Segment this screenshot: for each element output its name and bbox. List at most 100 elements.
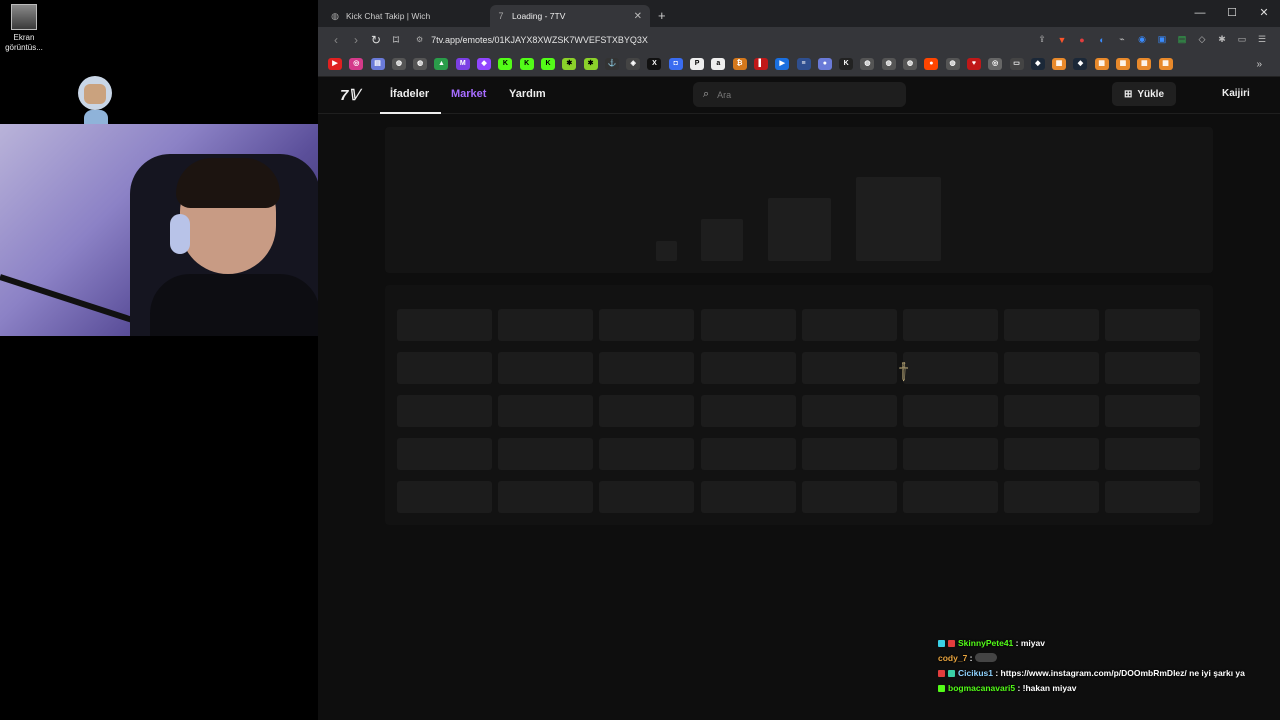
search-placeholder: Ara [717, 89, 732, 100]
bookmark-icon[interactable]: ◍ [945, 58, 960, 70]
anchor-bookmark-icon[interactable]: ⚓ [604, 58, 619, 70]
bookmark-icon[interactable]: ▌ [753, 58, 768, 70]
bookmark-icon[interactable]: ◘ [668, 58, 683, 70]
reload-icon[interactable]: ↻ [366, 33, 386, 47]
kick-bookmark-icon[interactable]: K [498, 58, 513, 70]
bookmark-icon[interactable]: ▦ [1094, 58, 1109, 70]
bookmark-icon[interactable]: ◍ [903, 58, 918, 70]
steam-bookmark-icon[interactable]: ◆ [1073, 58, 1088, 70]
back-arrow-icon[interactable]: ‹ [326, 33, 346, 47]
skeleton-cell [903, 395, 998, 427]
tab-kick-chat[interactable]: ◍ Kick Chat Takip | Wich [324, 5, 484, 27]
share-icon[interactable]: ⇪ [1032, 34, 1052, 45]
address-bar: ‹ › ↻ ⌑ ⚙ 7tv.app/emotes/01KJAYX8XWZSK7W… [318, 27, 1280, 52]
upload-button[interactable]: ⊞ Yükle [1112, 82, 1176, 106]
bookmark-icon[interactable]: ⌑ [386, 33, 406, 47]
extension-icon[interactable]: ◇ [1192, 34, 1212, 45]
forward-arrow-icon[interactable]: › [346, 33, 366, 47]
bookmark-icon[interactable]: ● [817, 58, 832, 70]
bookmark-icon[interactable]: ▦ [1137, 58, 1152, 70]
instagram-bookmark-icon[interactable]: ◎ [349, 58, 364, 70]
folder-icon[interactable]: ▭ [1009, 58, 1024, 70]
skeleton-cell [1004, 309, 1100, 341]
extension-toolbar: ⇪ ▼ ● ◐ ⌁ ◉ ▣ ▤ ◇ ✱ ▭ ☰ [1032, 27, 1272, 52]
url-field[interactable]: ⚙ 7tv.app/emotes/01KJAYX8XWZSK7WVEFSTXBY… [416, 35, 648, 45]
bookmark-icon[interactable]: ♥ [966, 58, 981, 70]
7tv-logo[interactable]: 7𝕍 [340, 86, 359, 104]
ublock-icon[interactable]: ● [1072, 35, 1092, 45]
menu-icon[interactable]: ☰ [1252, 34, 1272, 45]
bookmark-icon[interactable]: P [690, 58, 705, 70]
close-tab-icon[interactable]: ✕ [634, 11, 642, 22]
skeleton-cell [801, 352, 897, 384]
audio-extension-icon[interactable]: ◐ [1092, 35, 1112, 45]
bookmark-icon[interactable]: ✱ [562, 58, 577, 70]
skeleton-cell [903, 352, 998, 384]
skeleton-cell [1105, 395, 1201, 427]
drive-bookmark-icon[interactable]: ▲ [434, 58, 449, 70]
bookmark-icon[interactable]: ₿ [732, 58, 747, 70]
maximize-button[interactable]: ☐ [1216, 0, 1248, 27]
site-settings-icon[interactable]: ⚙ [416, 35, 423, 44]
skeleton-cell [397, 438, 492, 470]
bookmark-icon[interactable]: ▦ [1052, 58, 1067, 70]
desktop-icon-label: Ekran görüntüs... [5, 33, 43, 52]
nav-help[interactable]: Yardım [509, 88, 546, 100]
bookmark-icon[interactable]: ◈ [626, 58, 641, 70]
user-menu[interactable]: Kaijiri [1222, 88, 1250, 99]
new-tab-button[interactable]: + [658, 5, 666, 27]
skeleton-cell [599, 438, 695, 470]
globe-icon: ◍ [331, 11, 339, 21]
brave-shields-icon[interactable]: ▼ [1052, 35, 1072, 45]
extension-icon[interactable]: ◉ [1132, 34, 1152, 45]
extension-icon[interactable]: ⌁ [1112, 34, 1132, 45]
skeleton-cell [700, 395, 796, 427]
bookmark-icon[interactable]: K [839, 58, 854, 70]
puzzle-icon[interactable]: ✱ [1212, 34, 1232, 45]
window-controls: — ☐ ✕ [1184, 0, 1280, 27]
kick-bookmark-icon[interactable]: K [540, 58, 555, 70]
x-bookmark-icon[interactable]: X [647, 58, 662, 70]
desktop-screenshot-icon[interactable]: Ekran görüntüs... [4, 4, 44, 53]
extension-icon[interactable]: ▤ [1172, 34, 1192, 45]
chat-overlay: SkinnyPete41 : miyav cody_7 : Cicikus1 :… [938, 636, 1278, 696]
bookmark-icon[interactable]: ▦ [1158, 58, 1173, 70]
amazon-bookmark-icon[interactable]: a [711, 58, 726, 70]
tab-7tv[interactable]: 7 Loading - 7TV ✕ [490, 5, 650, 27]
bookmark-icon[interactable]: ◍ [881, 58, 896, 70]
bookmark-icon[interactable]: ≡ [796, 58, 811, 70]
bookmark-icon[interactable]: ◍ [413, 58, 428, 70]
extension-icon[interactable]: ▣ [1152, 34, 1172, 45]
skeleton-cell [801, 438, 897, 470]
kick-bookmark-icon[interactable]: K [519, 58, 534, 70]
sidebar-icon[interactable]: ▭ [1232, 34, 1252, 45]
bookmark-icon[interactable]: ◎ [988, 58, 1003, 70]
skeleton-cell [599, 481, 695, 513]
bookmark-icon[interactable]: ▤ [370, 58, 385, 70]
skeleton-cell [1004, 395, 1100, 427]
minimize-button[interactable]: — [1184, 0, 1216, 27]
skeleton-cell [498, 481, 594, 513]
nav-market[interactable]: Market [451, 88, 486, 100]
skeleton-cell [397, 352, 492, 384]
chat-text: !hakan miyav [1022, 683, 1077, 693]
bookmark-icon[interactable]: M [455, 58, 470, 70]
steam-bookmark-icon[interactable]: ◆ [1030, 58, 1045, 70]
close-window-button[interactable]: ✕ [1248, 0, 1280, 27]
chat-username: SkinnyPete41 [958, 638, 1014, 648]
7tv-icon: 7 [498, 11, 504, 21]
nav-emotes[interactable]: İfadeler [390, 88, 429, 100]
bookmark-icon[interactable]: ▦ [1115, 58, 1130, 70]
bookmark-icon[interactable]: ✱ [583, 58, 598, 70]
bookmark-icon[interactable]: ◍ [860, 58, 875, 70]
skeleton-cell [1004, 438, 1100, 470]
emote-preview-skeleton [385, 127, 1213, 273]
badge-icon [938, 670, 945, 677]
bookmark-icon[interactable]: ◍ [391, 58, 406, 70]
search-input[interactable]: ⌕ Ara [693, 82, 906, 107]
reddit-bookmark-icon[interactable]: ● [924, 58, 939, 70]
youtube-bookmark-icon[interactable]: ▶ [328, 58, 342, 70]
twitch-bookmark-icon[interactable]: ◆ [477, 58, 492, 70]
bookmarks-overflow-button[interactable]: » [1256, 59, 1262, 70]
bookmark-icon[interactable]: ▶ [775, 58, 790, 70]
